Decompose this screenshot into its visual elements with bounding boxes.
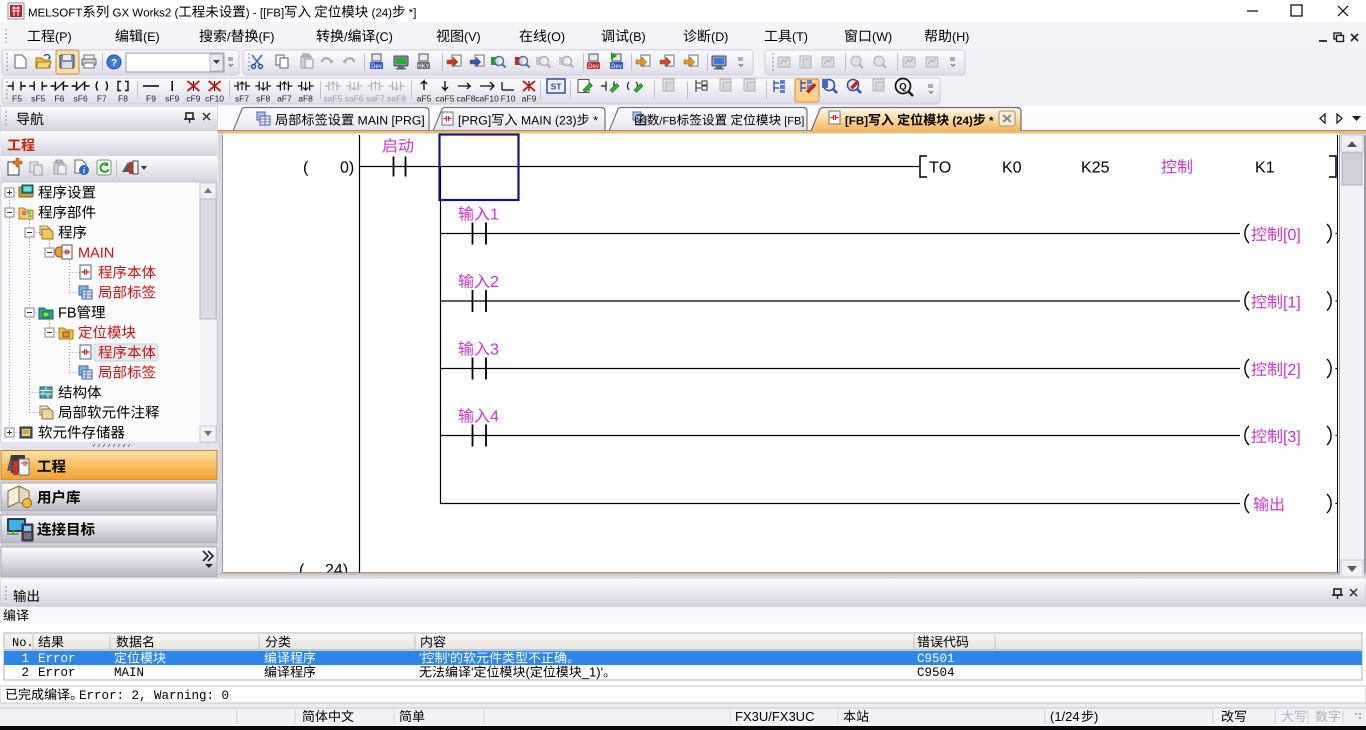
svg-text:F7: F7 bbox=[97, 94, 107, 104]
svg-text:sF5: sF5 bbox=[31, 94, 45, 104]
svg-text:Dev: Dev bbox=[371, 64, 382, 70]
svg-text:2: 2 bbox=[21, 666, 29, 680]
svg-text:caF8: caF8 bbox=[457, 94, 476, 104]
svg-text:FX3U/FX3UC: FX3U/FX3UC bbox=[735, 709, 814, 724]
svg-text:aF7: aF7 bbox=[277, 94, 292, 104]
svg-text:cF10: cF10 bbox=[205, 94, 224, 104]
svg-text:F9: F9 bbox=[146, 94, 156, 104]
svg-text:sF7: sF7 bbox=[235, 94, 249, 104]
svg-text:cF9: cF9 bbox=[186, 94, 200, 104]
svg-text:sF9: sF9 bbox=[165, 94, 179, 104]
svg-text:sF6: sF6 bbox=[74, 94, 88, 104]
svg-text:aF8: aF8 bbox=[298, 94, 313, 104]
svg-text:(1/24: (1/24 bbox=[1050, 709, 1080, 724]
svg-text:C9504: C9504 bbox=[917, 666, 955, 680]
svg-text:F10: F10 bbox=[501, 94, 516, 104]
svg-text:Dev: Dev bbox=[588, 64, 599, 70]
svg-text:F8: F8 bbox=[118, 94, 128, 104]
svg-text:?: ? bbox=[111, 58, 117, 69]
svg-text:aF5: aF5 bbox=[417, 94, 432, 104]
svg-text:saF6: saF6 bbox=[345, 94, 364, 104]
svg-text:C9501: C9501 bbox=[917, 652, 955, 666]
svg-text:saF7: saF7 bbox=[366, 94, 385, 104]
svg-text:Error: Error bbox=[38, 666, 76, 680]
svg-text:sF8: sF8 bbox=[256, 94, 270, 104]
svg-text:Q: Q bbox=[899, 82, 906, 93]
svg-text:No.: No. bbox=[12, 636, 34, 650]
svg-text:saF5: saF5 bbox=[324, 94, 343, 104]
svg-text:caF10: caF10 bbox=[475, 94, 499, 104]
svg-text:HKY: HKY bbox=[417, 64, 429, 70]
svg-text:saF8: saF8 bbox=[387, 94, 406, 104]
svg-text:Error: 2, Warning: 0: Error: 2, Warning: 0 bbox=[79, 689, 229, 703]
svg-text:1: 1 bbox=[21, 652, 29, 666]
svg-text:F5: F5 bbox=[12, 94, 22, 104]
svg-text:ST: ST bbox=[551, 82, 563, 92]
svg-text:caF5: caF5 bbox=[436, 94, 455, 104]
svg-text:Error: Error bbox=[38, 652, 76, 666]
svg-text:aF9: aF9 bbox=[522, 94, 537, 104]
svg-text:Dev: Dev bbox=[611, 64, 622, 70]
svg-text:F6: F6 bbox=[54, 94, 64, 104]
svg-text:MAIN: MAIN bbox=[114, 666, 144, 680]
